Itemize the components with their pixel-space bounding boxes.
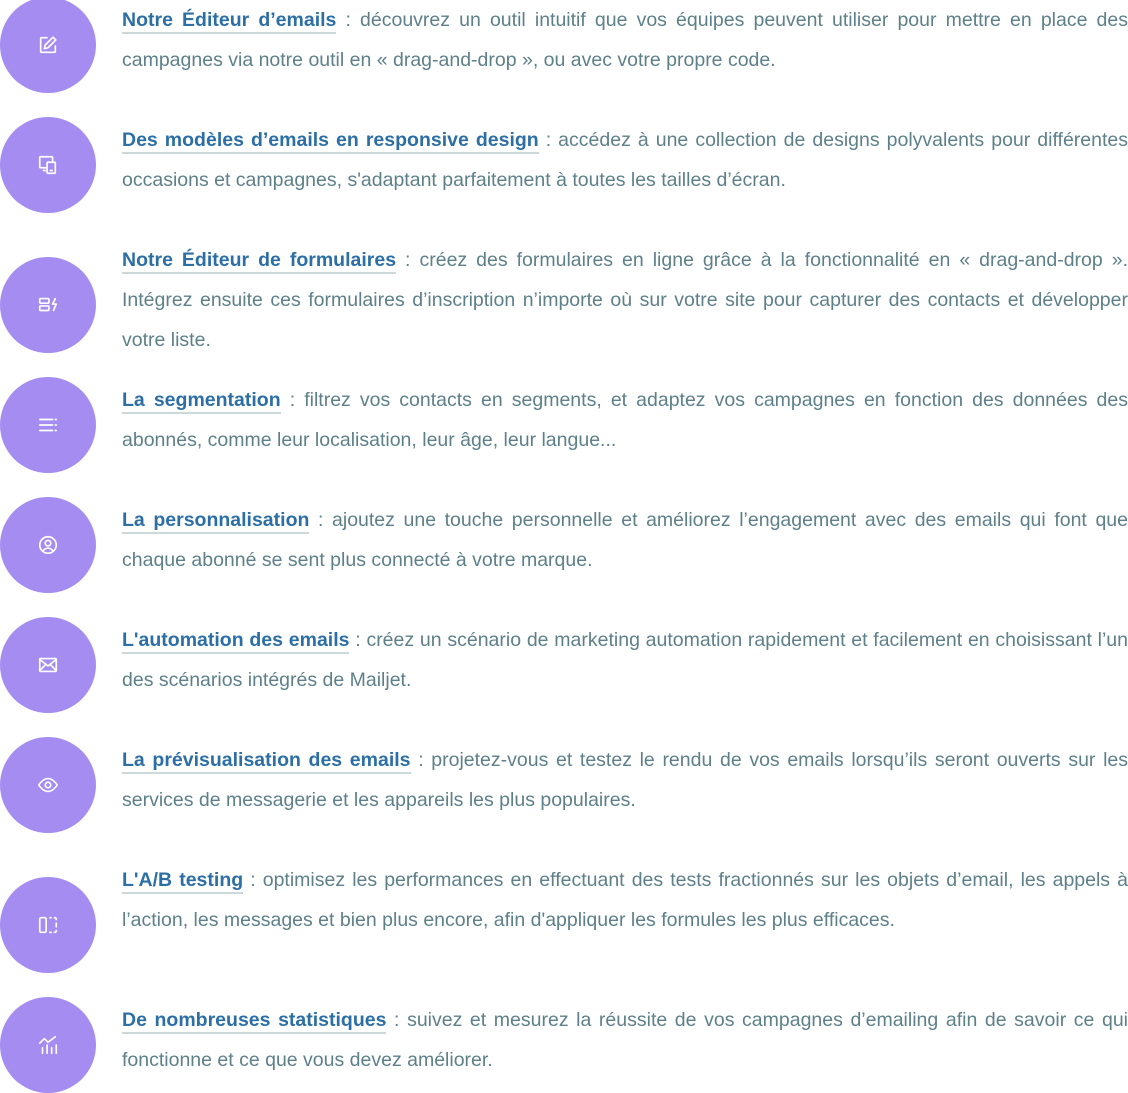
feature-text: La segmentation : filtrez vos contacts e…	[122, 380, 1128, 460]
responsive-devices-icon	[0, 117, 96, 213]
feature-text: Notre Éditeur d’emails : découvrez un ou…	[122, 0, 1128, 80]
feature-title-link[interactable]: La personnalisation	[122, 509, 310, 534]
feature-text: Des modèles d’emails en responsive desig…	[122, 120, 1128, 200]
feature-title-link[interactable]: Notre Éditeur de formulaires	[122, 249, 397, 274]
edit-icon	[0, 0, 96, 93]
feature-text: De nombreuses statistiques : suivez et m…	[122, 1000, 1128, 1080]
user-circle-icon	[0, 497, 96, 593]
feature-text: La personnalisation : ajoutez une touche…	[122, 500, 1128, 580]
feature-text: L'automation des emails : créez un scéna…	[122, 620, 1128, 700]
feature-text: Notre Éditeur de formulaires : créez des…	[122, 240, 1128, 360]
feature-title-link[interactable]: La prévisualisation des emails	[122, 749, 411, 774]
feature-description: : optimisez les performances en effectua…	[122, 869, 1128, 931]
ab-split-icon	[0, 877, 96, 973]
stats-chart-icon	[0, 997, 96, 1093]
feature-title-link[interactable]: La segmentation	[122, 389, 281, 414]
feature-title-link[interactable]: De nombreuses statistiques	[122, 1009, 387, 1034]
feature-title-link[interactable]: L'automation des emails	[122, 629, 350, 654]
feature-title-link[interactable]: Notre Éditeur d’emails	[122, 9, 337, 34]
eye-icon	[0, 737, 96, 833]
feature-text: L'A/B testing : optimisez les performanc…	[122, 860, 1128, 940]
feature-title-link[interactable]: L'A/B testing	[122, 869, 244, 894]
feature-text: La prévisualisation des emails : projete…	[122, 740, 1128, 820]
envelope-icon	[0, 617, 96, 713]
form-icon	[0, 257, 96, 353]
feature-title-link[interactable]: Des modèles d’emails en responsive desig…	[122, 129, 539, 154]
segment-list-icon	[0, 377, 96, 473]
